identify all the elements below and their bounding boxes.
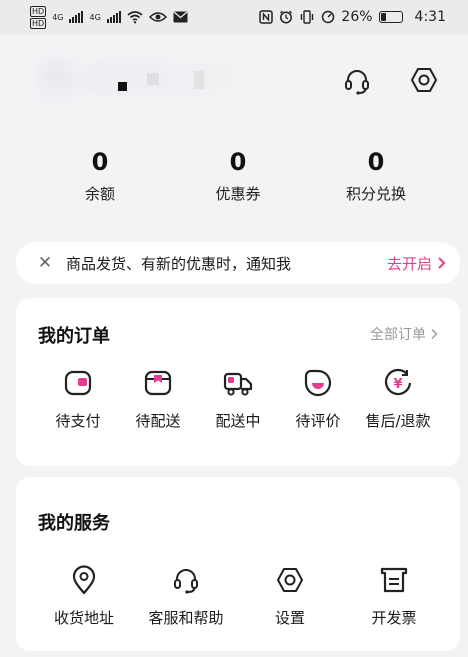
username-fragment bbox=[118, 82, 127, 91]
chevron-right-icon bbox=[438, 257, 446, 269]
stat-label: 余额 bbox=[84, 185, 115, 203]
order-pending-payment[interactable]: 待支付 bbox=[34, 368, 122, 431]
wifi-icon bbox=[127, 11, 143, 24]
stat-points[interactable]: 0 积分兑换 bbox=[316, 147, 436, 204]
order-label: 待评价 bbox=[295, 412, 341, 430]
stat-value: 0 bbox=[367, 148, 385, 176]
review-icon bbox=[304, 369, 332, 397]
orders-card: 我的订单 全部订单 待支付 待配送 配送中 待评价 ¥ 售后/退款 bbox=[16, 298, 460, 466]
clock: 4:31 bbox=[414, 9, 446, 25]
service-label: 收货地址 bbox=[53, 609, 114, 627]
stat-label: 优惠券 bbox=[215, 185, 261, 203]
service-settings[interactable]: 设置 bbox=[246, 565, 334, 628]
account-stats: 0 余额 0 优惠券 0 积分兑换 bbox=[0, 147, 468, 217]
truck-icon bbox=[223, 372, 253, 396]
alarm-icon bbox=[280, 10, 293, 24]
order-in-delivery[interactable]: 配送中 bbox=[194, 368, 282, 431]
enable-notifications-label: 去开启 bbox=[386, 254, 432, 273]
vibrate-icon bbox=[301, 10, 314, 24]
invoice-icon bbox=[380, 567, 408, 593]
speed-icon bbox=[322, 10, 335, 24]
close-icon[interactable]: ✕ bbox=[36, 253, 54, 273]
settings-button[interactable] bbox=[407, 63, 441, 97]
customer-service-button[interactable] bbox=[340, 64, 374, 98]
service-help[interactable]: 客服和帮助 bbox=[142, 565, 230, 628]
refund-icon: ¥ bbox=[384, 368, 412, 396]
order-label: 配送中 bbox=[215, 412, 261, 430]
order-label: 售后/退款 bbox=[365, 412, 431, 430]
wallet-icon bbox=[64, 370, 92, 396]
status-bar: HD HD 4G 4G 26% 4:31 bbox=[0, 0, 468, 34]
all-orders-label: 全部订单 bbox=[370, 327, 426, 343]
network-label-1: 4G bbox=[52, 12, 64, 22]
profile-header[interactable] bbox=[22, 46, 302, 112]
service-label: 客服和帮助 bbox=[148, 609, 224, 627]
signal-icon-2 bbox=[106, 11, 121, 23]
stat-label: 积分兑换 bbox=[345, 185, 406, 203]
status-left: HD HD 4G 4G bbox=[30, 5, 188, 29]
mail-icon bbox=[173, 11, 188, 23]
order-pending-review[interactable]: 待评价 bbox=[274, 368, 362, 431]
order-label: 待支付 bbox=[55, 412, 101, 430]
avatar[interactable] bbox=[34, 54, 86, 106]
orders-title: 我的订单 bbox=[38, 326, 110, 347]
headset-icon bbox=[174, 569, 198, 594]
stat-balance[interactable]: 0 余额 bbox=[40, 147, 160, 204]
hd-badge-1: HD bbox=[30, 5, 47, 17]
service-invoice[interactable]: 开发票 bbox=[350, 565, 438, 628]
service-label: 开发票 bbox=[371, 609, 417, 627]
username-fragment bbox=[147, 73, 159, 85]
hd-badges: HD HD bbox=[30, 5, 47, 29]
stat-value: 0 bbox=[91, 148, 109, 176]
services-title: 我的服务 bbox=[38, 513, 110, 534]
eye-icon bbox=[148, 12, 167, 22]
all-orders-link[interactable]: 全部订单 bbox=[370, 324, 438, 344]
headset-icon bbox=[345, 70, 369, 95]
status-right: 26% 4:31 bbox=[259, 9, 446, 25]
order-pending-delivery[interactable]: 待配送 bbox=[114, 368, 202, 431]
signal-icon bbox=[69, 11, 84, 23]
chevron-right-icon bbox=[431, 328, 438, 340]
notice-text: 商品发货、有新的优惠时，通知我 bbox=[66, 254, 292, 273]
service-address[interactable]: 收货地址 bbox=[40, 565, 128, 628]
enable-notifications-link[interactable]: 去开启 bbox=[387, 253, 446, 274]
network-label-2: 4G bbox=[89, 12, 101, 22]
settings-icon bbox=[277, 568, 303, 592]
svg-text:¥: ¥ bbox=[393, 377, 402, 392]
battery-icon bbox=[378, 11, 403, 23]
package-icon bbox=[144, 370, 172, 396]
services-card: 我的服务 收货地址 客服和帮助 设置 开发票 bbox=[16, 477, 460, 651]
username-blurred bbox=[82, 62, 272, 96]
battery-percent: 26% bbox=[341, 9, 373, 25]
order-label: 待配送 bbox=[135, 412, 181, 430]
order-after-sales[interactable]: ¥ 售后/退款 bbox=[354, 368, 442, 431]
nfc-icon bbox=[259, 10, 274, 24]
location-pin-icon bbox=[72, 565, 96, 595]
stat-value: 0 bbox=[229, 148, 247, 176]
notification-banner: ✕ 商品发货、有新的优惠时，通知我 去开启 bbox=[16, 242, 460, 284]
username-fragment bbox=[194, 71, 204, 89]
service-label: 设置 bbox=[274, 609, 305, 627]
stat-coupons[interactable]: 0 优惠券 bbox=[178, 147, 298, 204]
settings-icon bbox=[411, 68, 437, 92]
hd-badge-2: HD bbox=[30, 17, 47, 29]
